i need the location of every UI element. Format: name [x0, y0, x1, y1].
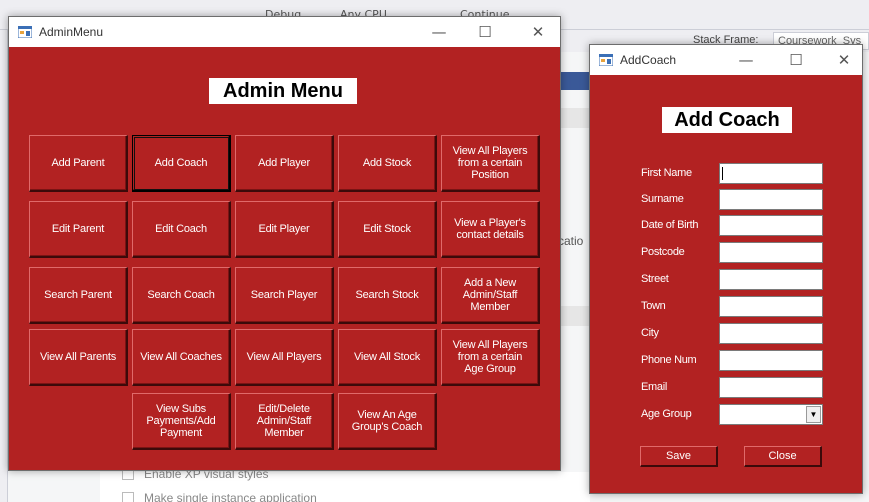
view-players-by-position-button[interactable]: View All Players from a certain Position — [441, 135, 540, 192]
minimize-button[interactable]: — — [723, 45, 769, 75]
search-stock-button[interactable]: Search Stock — [338, 267, 437, 324]
view-all-parents-button[interactable]: View All Parents — [29, 329, 128, 386]
search-coach-button[interactable]: Search Coach — [132, 267, 231, 324]
edit-stock-button[interactable]: Edit Stock — [338, 201, 437, 258]
single-instance-checkbox[interactable]: Make single instance application — [122, 491, 317, 502]
city-field[interactable] — [719, 323, 823, 344]
surname-label: Surname — [641, 193, 684, 205]
close-form-button[interactable]: Close — [744, 446, 822, 467]
add-player-button[interactable]: Add Player — [235, 135, 334, 192]
minimize-button[interactable]: — — [416, 17, 462, 47]
town-label: Town — [641, 300, 666, 312]
edit-coach-button[interactable]: Edit Coach — [132, 201, 231, 258]
first-name-field[interactable] — [719, 163, 823, 184]
form-app-icon — [18, 26, 32, 38]
email-field[interactable] — [719, 377, 823, 398]
search-player-button[interactable]: Search Player — [235, 267, 334, 324]
close-button[interactable]: ✕ — [821, 45, 867, 75]
surname-field[interactable] — [719, 189, 823, 210]
add-admin-staff-button[interactable]: Add a New Admin/Staff Member — [441, 267, 540, 324]
form-app-icon — [599, 54, 613, 66]
window-title: AdminMenu — [39, 25, 104, 39]
page-title: Add Coach — [662, 107, 792, 133]
street-label: Street — [641, 273, 669, 285]
postcode-field[interactable] — [719, 242, 823, 263]
view-age-group-coach-button[interactable]: View An Age Group's Coach — [338, 393, 437, 450]
dob-label: Date of Birth — [641, 219, 699, 231]
admin-menu-window: AdminMenu — ☐ ✕ Admin Menu Add Parent Ad… — [8, 16, 561, 471]
view-all-players-button[interactable]: View All Players — [235, 329, 334, 386]
add-stock-button[interactable]: Add Stock — [338, 135, 437, 192]
coach-title-bar[interactable]: AddCoach — ☐ ✕ — [590, 45, 862, 75]
admin-title-bar[interactable]: AdminMenu — ☐ ✕ — [9, 17, 560, 47]
street-field[interactable] — [719, 269, 823, 290]
postcode-label: Postcode — [641, 246, 685, 258]
phone-label: Phone Num — [641, 354, 697, 366]
view-all-coaches-button[interactable]: View All Coaches — [132, 329, 231, 386]
ide-left-gutter — [0, 30, 8, 502]
first-name-label: First Name — [641, 167, 692, 179]
view-all-stock-button[interactable]: View All Stock — [338, 329, 437, 386]
edit-delete-admin-staff-button[interactable]: Edit/Delete Admin/Staff Member — [235, 393, 334, 450]
add-coach-button[interactable]: Add Coach — [132, 135, 231, 192]
ide-project-options: Enable XP visual styles Make single inst… — [100, 467, 590, 502]
dob-field[interactable] — [719, 215, 823, 236]
city-label: City — [641, 327, 659, 339]
window-title: AddCoach — [620, 53, 677, 67]
view-subs-payments-button[interactable]: View Subs Payments/Add Payment — [132, 393, 231, 450]
view-player-contact-button[interactable]: View a Player's contact details — [441, 201, 540, 258]
town-field[interactable] — [719, 296, 823, 317]
ide-partial-text: catio — [558, 234, 584, 248]
age-group-label: Age Group — [641, 408, 692, 420]
add-coach-window: AddCoach — ☐ ✕ Add Coach First Name Surn… — [589, 44, 863, 494]
edit-player-button[interactable]: Edit Player — [235, 201, 334, 258]
maximize-button[interactable]: ☐ — [773, 45, 819, 75]
save-button[interactable]: Save — [640, 446, 718, 467]
email-label: Email — [641, 381, 668, 393]
page-title: Admin Menu — [209, 78, 357, 104]
view-players-by-age-group-button[interactable]: View All Players from a certain Age Grou… — [441, 329, 540, 386]
close-button[interactable]: ✕ — [515, 17, 561, 47]
search-parent-button[interactable]: Search Parent — [29, 267, 128, 324]
edit-parent-button[interactable]: Edit Parent — [29, 201, 128, 258]
chevron-down-icon[interactable]: ▼ — [806, 406, 821, 423]
add-parent-button[interactable]: Add Parent — [29, 135, 128, 192]
phone-field[interactable] — [719, 350, 823, 371]
maximize-button[interactable]: ☐ — [462, 17, 508, 47]
age-group-dropdown[interactable]: ▼ — [719, 404, 823, 425]
